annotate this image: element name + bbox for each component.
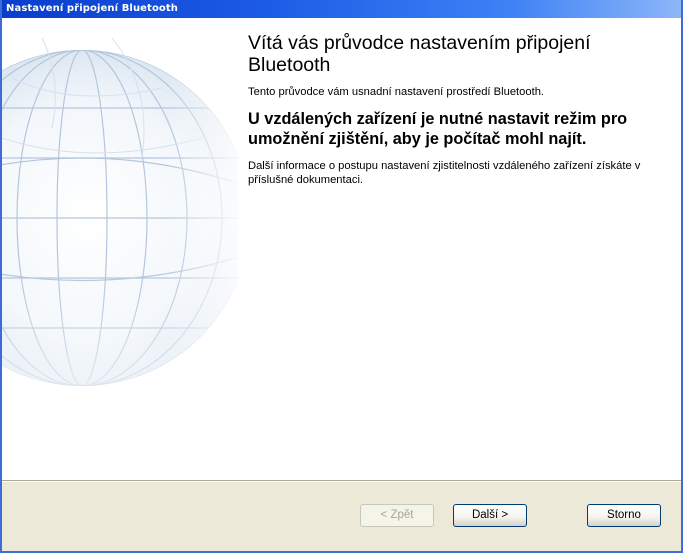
wizard-intro: Tento průvodce vám usnadní nastavení pro… [248,86,545,98]
wizard-window: Nastavení připojení Bluetooth Vítá vás p… [0,0,683,553]
globe-icon [2,18,238,480]
title-bar[interactable]: Nastavení připojení Bluetooth [2,0,681,18]
cancel-button[interactable]: Storno [587,504,661,527]
wizard-text: Vítá vás průvodce nastavením připojení B… [248,18,665,187]
wizard-content: Vítá vás průvodce nastavením připojení B… [2,18,681,480]
wizard-heading: Vítá vás průvodce nastavením připojení B… [248,32,591,76]
window-title: Nastavení připojení Bluetooth [6,3,178,14]
button-bar: < Zpět Další > Storno [2,480,681,551]
next-button[interactable]: Další > [453,504,527,527]
documentation-info: Další informace o postupu nastavení zjis… [248,160,641,186]
globe-illustration [2,18,238,480]
back-button[interactable]: < Zpět [360,504,434,527]
discoverability-notice: U vzdálených zařízení je nutné nastavit … [248,110,628,148]
